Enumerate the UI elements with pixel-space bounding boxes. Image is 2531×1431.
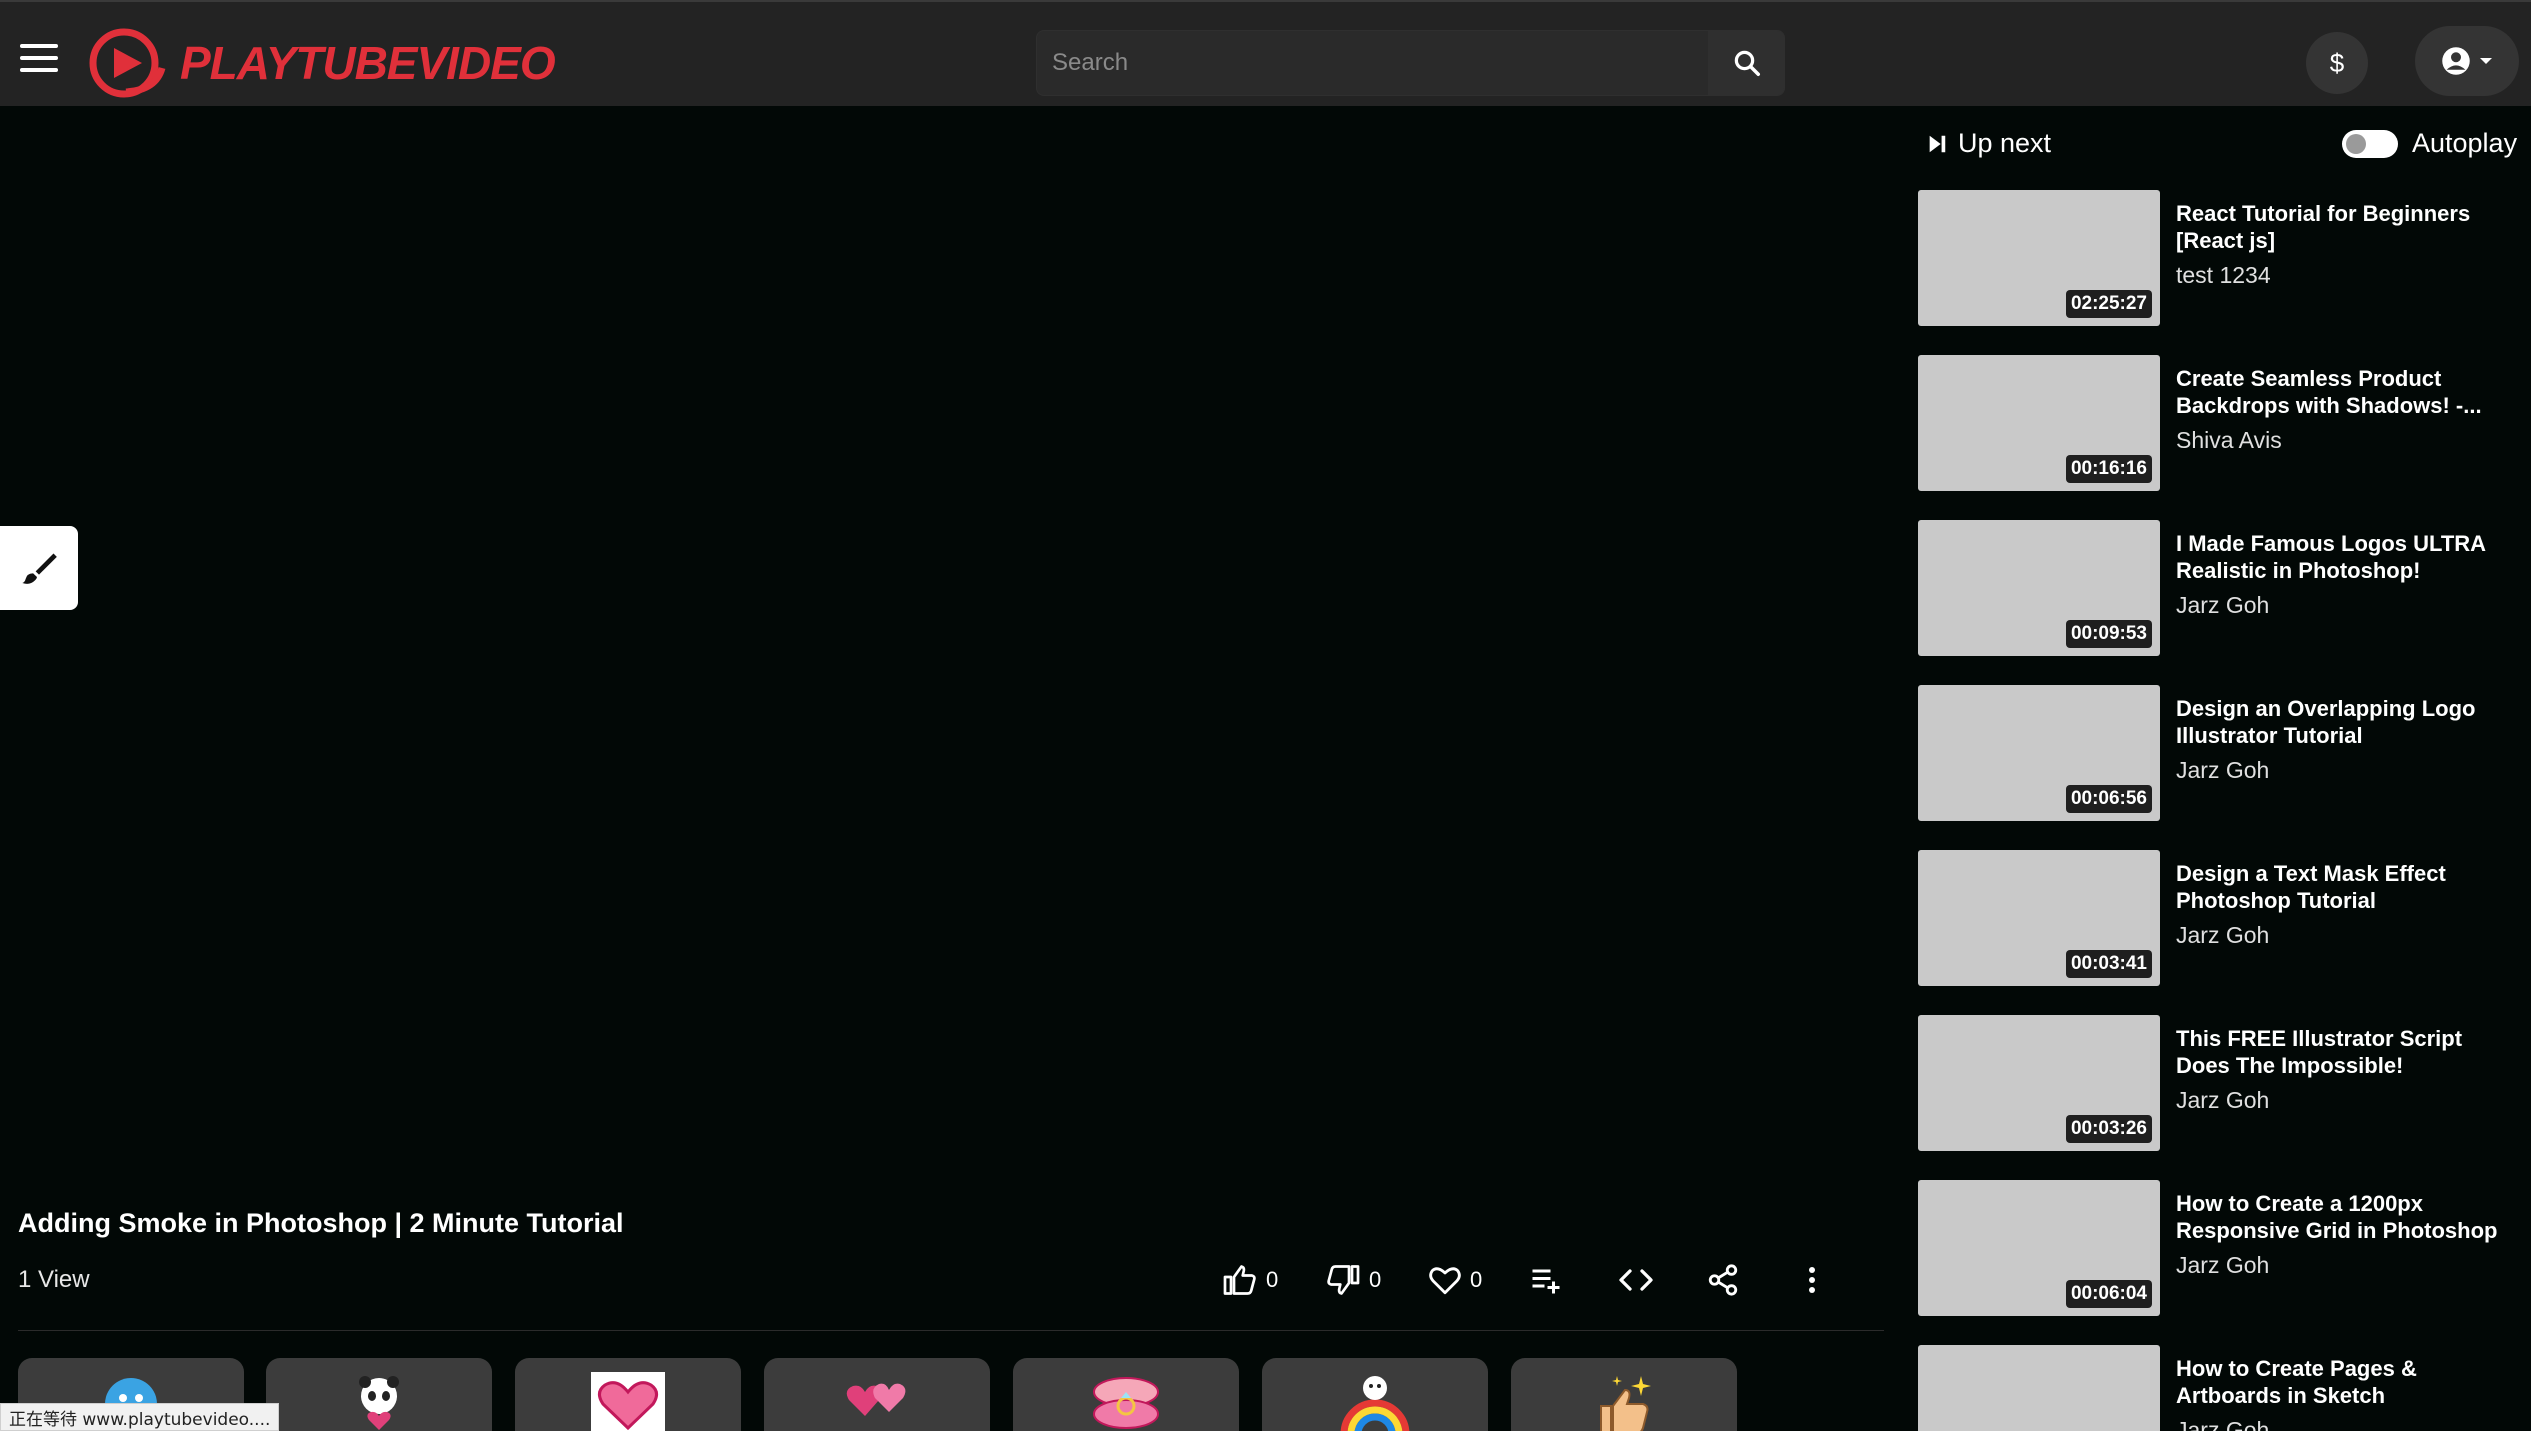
recommended-video-channel[interactable]: Jarz Goh <box>2176 592 2269 619</box>
dislike-button[interactable]: 0 <box>1325 1258 1381 1302</box>
caret-down-icon <box>2480 58 2492 64</box>
like-button[interactable]: 0 <box>1222 1258 1278 1302</box>
recommended-video-title[interactable]: This FREE Illustrator Script Does The Im… <box>2176 1025 2516 1079</box>
user-menu-button[interactable] <box>2415 26 2519 96</box>
recommended-video-channel[interactable]: Jarz Goh <box>2176 922 2269 949</box>
browser-status-bar: 正在等待 www.playtubevideo.... <box>0 1403 280 1431</box>
video-title: Adding Smoke in Photoshop | 2 Minute Tut… <box>18 1208 624 1238</box>
recommended-video-channel[interactable]: Jarz Goh <box>2176 1417 2269 1431</box>
sticker-heart-balloons[interactable] <box>764 1358 990 1431</box>
wallet-button[interactable]: $ <box>2306 32 2368 94</box>
recommended-video-channel[interactable]: Jarz Goh <box>2176 1252 2269 1279</box>
sticker-thumbs-up-sparkle[interactable] <box>1511 1358 1737 1431</box>
video-duration: 00:06:04 <box>2065 1280 2152 1308</box>
recommended-video-title[interactable]: I Made Famous Logos ULTRA Realistic in P… <box>2176 530 2516 584</box>
up-next-label: Up next <box>1958 128 2052 158</box>
content-divider <box>18 1330 1884 1331</box>
user-circle-icon <box>2442 47 2470 75</box>
video-duration: 00:16:16 <box>2065 455 2152 483</box>
top-navbar: PLAYTUBEVIDEO $ <box>0 0 2531 106</box>
video-thumbnail[interactable]: 00:03:41 <box>1918 850 2160 986</box>
recommended-video-channel[interactable]: Jarz Goh <box>2176 1087 2269 1114</box>
recommended-video[interactable]: 00:03:26 This FREE Illustrator Script Do… <box>1918 1015 2518 1151</box>
autoplay-label: Autoplay <box>2412 128 2518 158</box>
brand-name: PLAYTUBEVIDEO <box>180 37 556 89</box>
dollar-icon: $ <box>2329 47 2345 78</box>
skip-next-icon <box>1929 135 1946 152</box>
video-duration: 00:03:26 <box>2065 1115 2152 1143</box>
sticker-be-happy-rainbow[interactable] <box>1262 1358 1488 1431</box>
up-next-header: Up next <box>1926 128 2051 159</box>
recommended-video[interactable]: 00:16:16 Create Seamless Product Backdro… <box>1918 355 2518 491</box>
add-to-playlist-button[interactable] <box>1528 1258 1564 1302</box>
brand-logo[interactable]: PLAYTUBEVIDEO <box>86 28 556 98</box>
dislike-count: 0 <box>1369 1267 1382 1292</box>
share-icon <box>1708 1264 1738 1296</box>
menu-icon[interactable] <box>20 44 60 74</box>
recommended-video[interactable]: 00:06:56 Design an Overlapping Logo Illu… <box>1918 685 2518 821</box>
embed-button[interactable] <box>1618 1258 1654 1302</box>
theme-paint-button[interactable] <box>0 526 78 610</box>
sticker-panda-heart[interactable] <box>266 1358 492 1431</box>
heart-sticker-icon <box>591 1372 665 1431</box>
search-bar <box>1036 30 1785 96</box>
sticker-heart[interactable] <box>515 1358 741 1431</box>
video-thumbnail[interactable]: 00:09:53 <box>1918 520 2160 656</box>
video-thumbnail[interactable]: 00:16:16 <box>1918 355 2160 491</box>
recommended-video-title[interactable]: Design a Text Mask Effect Photoshop Tuto… <box>2176 860 2516 914</box>
recommended-video[interactable]: How to Create Pages & Artboards in Sketc… <box>1918 1345 2518 1431</box>
autoplay-toggle[interactable] <box>2342 129 2398 158</box>
thumbs-up-sparkle-sticker-icon <box>1600 1376 1651 1431</box>
video-thumbnail[interactable]: 00:06:04 <box>1918 1180 2160 1316</box>
recommended-video[interactable]: 00:06:04 How to Create a 1200px Responsi… <box>1918 1180 2518 1316</box>
be-happy-rainbow-sticker-icon <box>1340 1376 1410 1431</box>
panda-heart-sticker-icon <box>359 1376 399 1430</box>
recommended-video[interactable]: 00:03:41 Design a Text Mask Effect Photo… <box>1918 850 2518 986</box>
like-count: 0 <box>1266 1267 1279 1292</box>
recommended-video-title[interactable]: How to Create Pages & Artboards in Sketc… <box>2176 1355 2516 1409</box>
code-icon <box>1619 1269 1653 1291</box>
kebab-menu-icon <box>1809 1267 1815 1293</box>
share-button[interactable] <box>1706 1258 1740 1302</box>
video-duration: 00:03:41 <box>2065 950 2152 978</box>
recommended-video-title[interactable]: How to Create a 1200px Responsive Grid i… <box>2176 1190 2516 1244</box>
sticker-ring-box[interactable] <box>1013 1358 1239 1431</box>
recommended-video-title[interactable]: React Tutorial for Beginners [React js] <box>2176 200 2516 254</box>
more-options-button[interactable] <box>1800 1258 1824 1302</box>
video-duration: 00:06:56 <box>2065 785 2152 813</box>
favorite-button[interactable]: 0 <box>1428 1258 1482 1302</box>
thumbs-up-icon <box>1223 1265 1256 1295</box>
video-thumbnail[interactable]: 00:03:26 <box>1918 1015 2160 1151</box>
thumbs-down-icon <box>1327 1265 1360 1295</box>
heart-outline-icon <box>1429 1267 1461 1295</box>
recommended-video-channel[interactable]: test 1234 <box>2176 262 2271 289</box>
favorite-count: 0 <box>1470 1267 1483 1292</box>
view-count: 1 View <box>18 1266 90 1293</box>
video-thumbnail[interactable]: 02:25:27 <box>1918 190 2160 326</box>
search-input[interactable] <box>1036 30 1708 96</box>
play-logo-icon <box>89 28 166 98</box>
recommended-video-channel[interactable]: Shiva Avis <box>2176 427 2282 454</box>
recommended-video[interactable]: 02:25:27 React Tutorial for Beginners [R… <box>1918 190 2518 326</box>
video-thumbnail[interactable] <box>1918 1345 2160 1431</box>
playlist-add-icon <box>1532 1269 1560 1294</box>
recommended-video-title[interactable]: Design an Overlapping Logo Illustrator T… <box>2176 695 2516 749</box>
autoplay-control: Autoplay <box>2342 128 2517 159</box>
recommended-video[interactable]: 00:09:53 I Made Famous Logos ULTRA Reali… <box>1918 520 2518 656</box>
video-duration: 02:25:27 <box>2065 290 2152 318</box>
paintbrush-icon <box>22 553 57 584</box>
search-icon <box>1734 50 1760 76</box>
video-duration: 00:09:53 <box>2065 620 2152 648</box>
search-button[interactable] <box>1708 30 1785 96</box>
video-thumbnail[interactable]: 00:06:56 <box>1918 685 2160 821</box>
recommended-video-title[interactable]: Create Seamless Product Backdrops with S… <box>2176 365 2516 419</box>
recommended-video-channel[interactable]: Jarz Goh <box>2176 757 2269 784</box>
ring-box-sticker-icon <box>1093 1377 1159 1429</box>
heart-balloons-sticker-icon <box>846 1383 906 1416</box>
